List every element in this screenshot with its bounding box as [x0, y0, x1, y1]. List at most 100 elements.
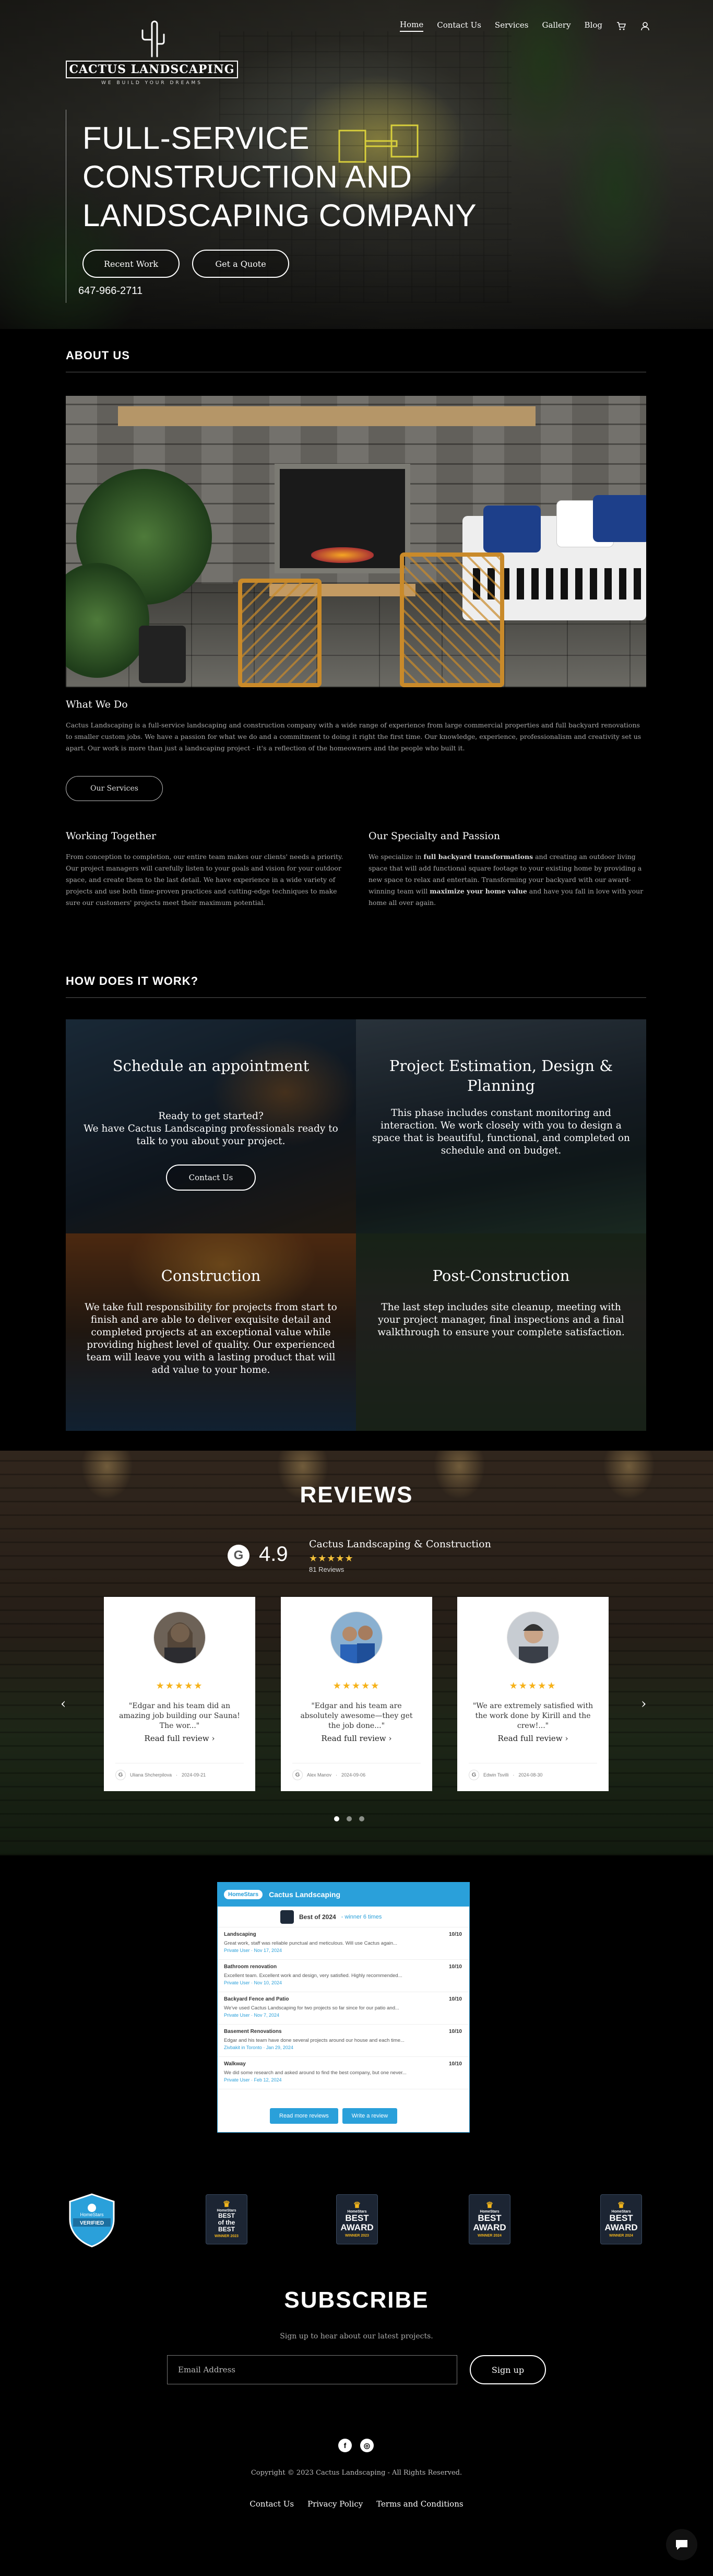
cactus-icon [141, 20, 165, 57]
footer-privacy-policy[interactable]: Privacy Policy [307, 2499, 363, 2509]
google-icon: G [115, 1770, 126, 1780]
best-award-badge[interactable]: ♛ HomeStars BEST AWARD WINNER 2024 [469, 2194, 510, 2244]
homestars-review[interactable]: Landscaping 10/10 Great work, staff was re… [218, 1927, 469, 1960]
nav-home[interactable]: Home [400, 20, 424, 32]
google-icon: G [228, 1545, 249, 1567]
best-of-the-best-badge[interactable]: ♛ HomeStars BEST of the BEST WINNER 2023 [206, 2194, 247, 2244]
reviews-section: REVIEWS G 4.9 Cactus Landscaping & Const… [0, 1451, 713, 1855]
chevron-right-icon: › [388, 1734, 392, 1743]
homestars-verified-badge[interactable]: HomeStars VERIFIED [66, 2192, 118, 2248]
homestars-review[interactable]: Backyard Fence and Patio 10/10 We've used … [218, 1992, 469, 2025]
google-icon: G [292, 1770, 303, 1780]
nav-blog[interactable]: Blog [585, 20, 602, 31]
get-a-quote-button[interactable]: Get a Quote [192, 250, 289, 278]
user-icon[interactable] [640, 21, 650, 31]
page: CACTUS LANDSCAPING WE BUILD YOUR DREAMS … [0, 0, 713, 2576]
card-stars: ★★★★★ [156, 1680, 204, 1691]
carousel-dot[interactable] [334, 1816, 339, 1821]
about-image [66, 396, 646, 687]
avatar [153, 1612, 206, 1664]
carousel-dots [334, 1816, 364, 1821]
recent-work-button[interactable]: Recent Work [82, 250, 180, 278]
homestars-review[interactable]: Walkway 10/10 We did some research and ask… [218, 2057, 469, 2089]
tile-text: The last step includes site cleanup, mee… [377, 1302, 625, 1338]
reviews-heading: REVIEWS [300, 1482, 413, 1508]
nav-services[interactable]: Services [495, 20, 529, 31]
specialty-text: We specialize in full backyard transform… [369, 853, 644, 907]
specialty-title: Our Specialty and Passion [369, 830, 501, 842]
nav-contact-us[interactable]: Contact Us [437, 20, 481, 31]
best-of-banner: Best of 2024 - winner 6 times [218, 1907, 469, 1927]
review-footer: G Uliana Shcherpilova · 2024-09-21 [115, 1763, 244, 1780]
carousel-dot[interactable] [359, 1816, 364, 1821]
chat-icon[interactable] [666, 2529, 697, 2560]
tile-text: This phase includes constant monitoring … [372, 1108, 630, 1156]
footer-contact-us[interactable]: Contact Us [249, 2499, 294, 2509]
tile-text: Ready to get started? We have Cactus Lan… [84, 1111, 338, 1147]
award-icon [280, 1910, 294, 1924]
hero-phone[interactable]: 647-966-2711 [78, 285, 142, 297]
logo-text: CACTUS LANDSCAPING [66, 61, 238, 78]
tile-title: Project Estimation, Design & Planning [389, 1057, 613, 1095]
homestars-widget: HomeStars Cactus Landscaping Best of 202… [217, 1882, 470, 2133]
next-arrow-icon[interactable]: › [641, 1696, 646, 1712]
read-more-reviews-button[interactable]: Read more reviews [270, 2108, 338, 2124]
svg-text:HomeStars: HomeStars [80, 2212, 104, 2217]
best-award-badge[interactable]: ♛ HomeStars BEST AWARD WINNER 2024 [600, 2194, 642, 2244]
avatar [330, 1612, 383, 1664]
cart-icon[interactable] [616, 21, 626, 31]
homestars-header: HomeStars Cactus Landscaping [218, 1883, 469, 1907]
carousel-dot[interactable] [347, 1816, 352, 1821]
review-count[interactable]: 81 Reviews [309, 1566, 344, 1573]
what-we-do-text: Cactus Landscaping is a full-service lan… [66, 721, 641, 752]
tile-schedule: Schedule an appointment Ready to get sta… [66, 1019, 356, 1233]
facebook-icon[interactable]: f [338, 2439, 352, 2452]
our-services-button[interactable]: Our Services [66, 776, 163, 801]
read-full-review-link[interactable]: Read full review › [281, 1734, 432, 1743]
card-stars: ★★★★★ [509, 1680, 557, 1691]
prev-arrow-icon[interactable]: ‹ [61, 1696, 66, 1712]
subscribe-heading: SUBSCRIBE [284, 2287, 429, 2313]
tile-text: We take full responsibility for projects… [85, 1302, 337, 1375]
rating-stars: ★★★★★ [309, 1553, 354, 1564]
write-review-button[interactable]: Write a review [342, 2108, 398, 2124]
what-we-do-title: What We Do [66, 699, 128, 710]
tile-construction: Construction We take full responsibility… [66, 1233, 356, 1431]
review-quote: "We are extremely satisfied with the wor… [472, 1702, 593, 1730]
best-award-badge[interactable]: ♛ HomeStars BEST AWARD WINNER 2023 [336, 2194, 378, 2244]
tile-post-construction: Post-Construction The last step includes… [356, 1233, 646, 1431]
tile-estimation: Project Estimation, Design & Planning Th… [356, 1019, 646, 1233]
homestars-review[interactable]: Basement Renovations 10/10 Edgar and his t… [218, 2025, 469, 2057]
logo[interactable]: CACTUS LANDSCAPING WE BUILD YOUR DREAMS [66, 19, 238, 86]
review-footer: G Edwin Tsvilli · 2024-08-30 [469, 1763, 597, 1780]
nav-gallery[interactable]: Gallery [542, 20, 571, 31]
contact-us-button[interactable]: Contact Us [166, 1165, 256, 1191]
footer-terms[interactable]: Terms and Conditions [376, 2499, 463, 2509]
rating-value: 4.9 [259, 1543, 288, 1566]
email-field[interactable] [167, 2355, 457, 2384]
read-full-review-link[interactable]: Read full review › [457, 1734, 609, 1743]
homestars-review[interactable]: Bathroom renovation 10/10 Excellent team. … [218, 1960, 469, 1992]
working-together-text: From conception to completion, our entir… [66, 853, 343, 907]
chevron-right-icon: › [211, 1734, 215, 1743]
tile-title: Construction [161, 1267, 261, 1285]
instagram-icon[interactable]: ◎ [360, 2439, 374, 2452]
main-nav: Home Contact Us Services Gallery Blog [400, 20, 650, 32]
google-icon: G [469, 1770, 479, 1780]
subscribe-text: Sign up to hear about our latest project… [280, 2332, 433, 2340]
review-business-name: Cactus Landscaping & Construction [309, 1538, 491, 1550]
tile-title: Post-Construction [432, 1267, 570, 1285]
avatar [507, 1612, 559, 1664]
chevron-right-icon: › [565, 1734, 568, 1743]
how-heading: HOW DOES IT WORK? [66, 974, 646, 998]
svg-text:VERIFIED: VERIFIED [80, 2220, 104, 2226]
working-together-title: Working Together [66, 830, 157, 842]
sign-up-button[interactable]: Sign up [470, 2355, 546, 2384]
review-quote: "Edgar and his team are absolutely aweso… [300, 1702, 413, 1730]
logo-tagline: WE BUILD YOUR DREAMS [101, 80, 203, 86]
homestars-buttons: Read more reviews Write a review [270, 2108, 398, 2124]
read-full-review-link[interactable]: Read full review › [104, 1734, 255, 1743]
review-footer: G Alex Manov · 2024-09-06 [292, 1763, 421, 1780]
review-card: ★★★★★ "We are extremely satisfied with t… [457, 1597, 609, 1791]
homestars-logo: HomeStars [224, 1890, 263, 1899]
